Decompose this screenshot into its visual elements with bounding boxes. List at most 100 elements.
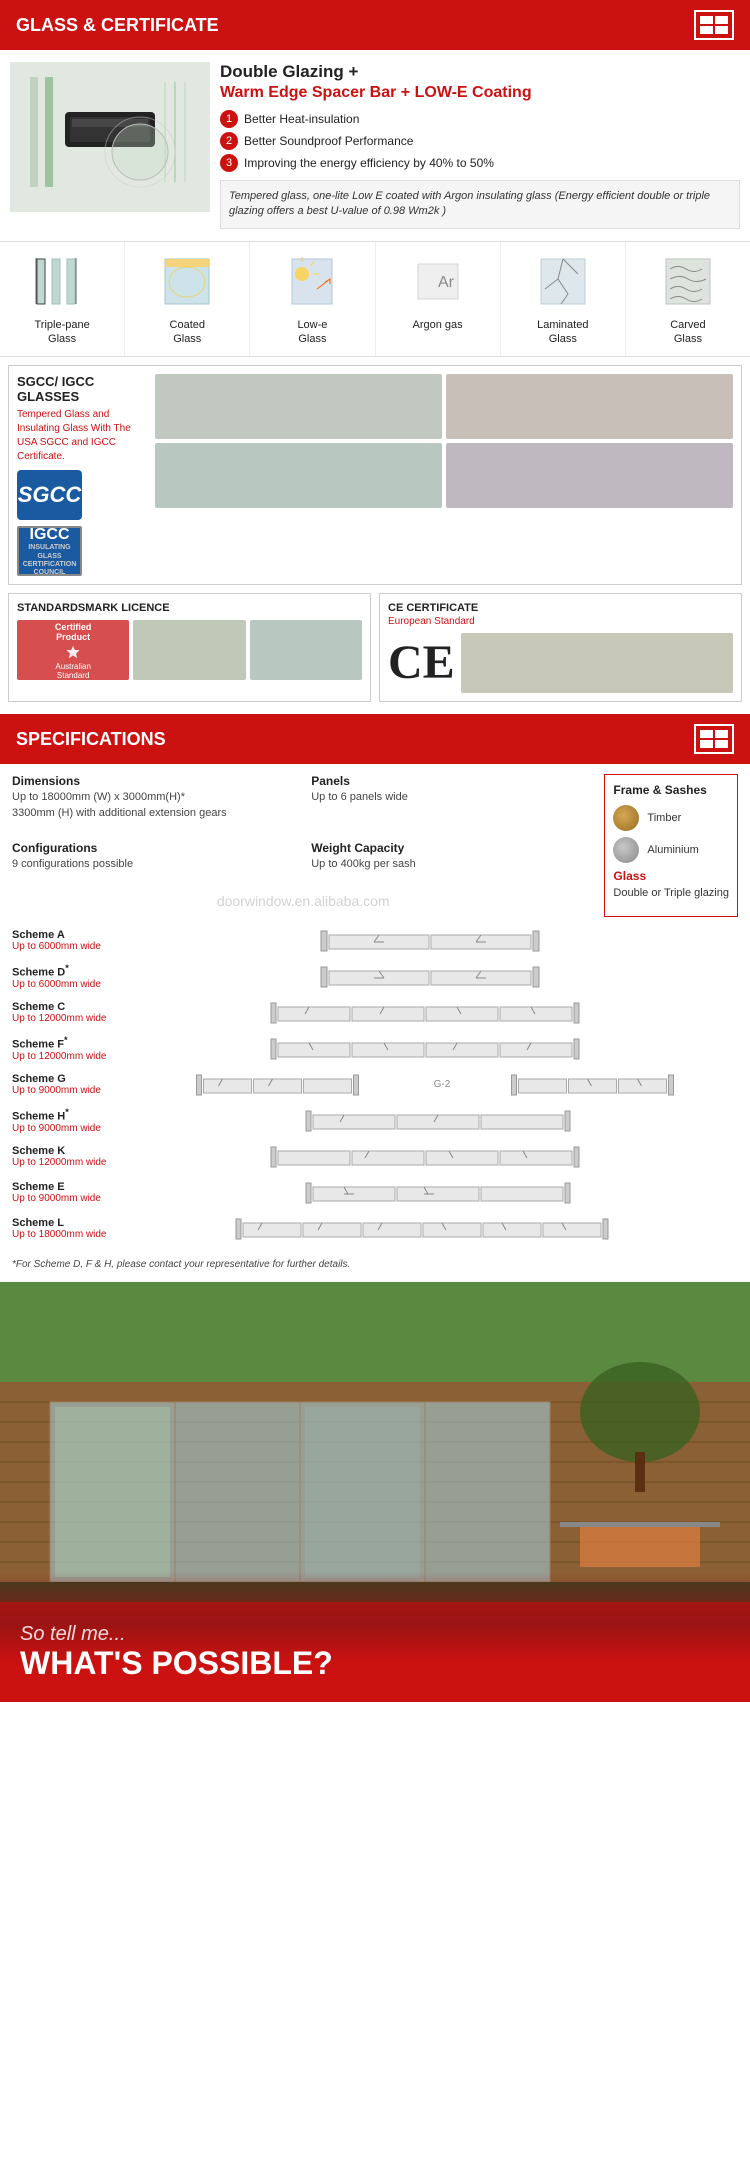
glass-type-carved: CarvedGlass	[626, 242, 750, 357]
ce-images: CE	[388, 633, 733, 693]
cert-img-4	[446, 443, 733, 508]
scheme-label-e: Scheme E Up to 9000mm wide	[12, 1181, 142, 1204]
spec-weight: Weight Capacity Up to 400kg per sash	[311, 841, 594, 872]
scheme-row-l: Scheme L Up to 18000mm wide	[12, 1215, 738, 1243]
frame-sashes-box: Frame & Sashes Timber Aluminium Glass Do…	[604, 774, 738, 916]
igcc-logo: IGCC INSULATING GLASS CERTIFICATION COUN…	[17, 526, 82, 576]
cert-img-3	[155, 443, 442, 508]
scheme-diagram-c	[150, 999, 738, 1027]
spec-dimensions-value: Up to 18000mm (W) x 3000mm(H)*3300mm (H)…	[12, 790, 295, 821]
scheme-diagram-g2	[461, 1071, 738, 1099]
std-img-1: CertifiedProduct AustralianStandard	[17, 620, 129, 680]
specs-header: SPECIFICATIONS	[0, 714, 750, 764]
scheme-label-g: Scheme G Up to 9000mm wide	[12, 1073, 142, 1096]
spec-dimensions: Dimensions Up to 18000mm (W) x 3000mm(H)…	[12, 774, 295, 821]
ce-logo: CE	[388, 639, 455, 687]
glass-type-triple-pane: Triple-paneGlass	[0, 242, 125, 357]
g2-label: G-2	[427, 1079, 457, 1090]
watermark: doorwindow.en.alibaba.com	[12, 889, 594, 917]
cert-left: SGCC/ IGCCGLASSES Tempered Glass and Ins…	[17, 374, 147, 576]
spec-panels: Panels Up to 6 panels wide	[311, 774, 594, 821]
feat-num-1: 1	[220, 110, 238, 128]
glass-type-text: Double or Triple glazing	[613, 887, 729, 899]
scheme-label-f: Scheme F* Up to 12000mm wide	[12, 1035, 142, 1062]
glazing-info: Double Glazing + Warm Edge Spacer Bar + …	[220, 62, 740, 229]
glass-type-label-lowe: Low-eGlass	[297, 318, 327, 347]
spec-configs-label: Configurations	[12, 841, 295, 855]
standards-block: STANDARDSMARK LICENCE CertifiedProduct A…	[8, 593, 371, 702]
glass-cert-header: GLASS & CERTIFICATE	[0, 0, 750, 50]
frame-sashes-title: Frame & Sashes	[613, 783, 729, 797]
feat-num-3: 3	[220, 154, 238, 172]
glass-type-coated: CoatedGlass	[125, 242, 250, 357]
glass-type-label-triple: Triple-paneGlass	[34, 318, 89, 347]
spec-panels-label: Panels	[311, 774, 594, 788]
schemes-section: Scheme A Up to 6000mm wide Scheme	[0, 927, 750, 1243]
glazing-image	[10, 62, 210, 212]
scheme-row-c: Scheme C Up to 12000mm wide	[12, 999, 738, 1027]
feat-text-1: Better Heat-insulation	[244, 112, 359, 126]
standards-row: STANDARDSMARK LICENCE CertifiedProduct A…	[8, 593, 742, 702]
cert-img-2	[446, 374, 733, 439]
aluminium-label: Aluminium	[647, 844, 698, 856]
specs-header-icon	[694, 724, 734, 754]
scheme-row-a: Scheme A Up to 6000mm wide	[12, 927, 738, 955]
scheme-row-g: Scheme G Up to 9000mm wide G-2	[12, 1071, 738, 1099]
glazing-note: Tempered glass, one-lite Low E coated wi…	[220, 180, 740, 229]
cert-row-top: SGCC/ IGCCGLASSES Tempered Glass and Ins…	[17, 374, 733, 576]
glass-type-lowe: Low-eGlass	[250, 242, 375, 357]
specs-footnote: *For Scheme D, F & H, please contact you…	[0, 1251, 750, 1282]
scheme-row-d: Scheme D* Up to 6000mm wide	[12, 963, 738, 991]
feat-text-3: Improving the energy efficiency by 40% t…	[244, 156, 494, 170]
cert-logos: SGCC IGCC INSULATING GLASS CERTIFICATION…	[17, 470, 147, 576]
whats-possible-text: WHAT'S POSSIBLE?	[20, 1646, 730, 1681]
cert-img-1	[155, 374, 442, 439]
laminated-icon	[528, 252, 598, 312]
scheme-label-k: Scheme K Up to 12000mm wide	[12, 1145, 142, 1168]
scheme-diagram-d	[150, 963, 738, 991]
specs-title: SPECIFICATIONS	[16, 729, 166, 750]
scheme-row-h: Scheme H* Up to 9000mm wide	[12, 1107, 738, 1135]
std-img-2	[133, 620, 245, 680]
scheme-label-a: Scheme A Up to 6000mm wide	[12, 929, 142, 952]
scheme-row-e: Scheme E Up to 9000mm wide	[12, 1179, 738, 1207]
cert-block: SGCC/ IGCCGLASSES Tempered Glass and Ins…	[8, 365, 742, 585]
glass-type-laminated: LaminatedGlass	[501, 242, 626, 357]
ce-img-1	[461, 633, 733, 693]
timber-item: Timber	[613, 805, 729, 831]
std-images: CertifiedProduct AustralianStandard	[17, 620, 362, 680]
aluminium-circle	[613, 837, 639, 863]
specs-top-row: Dimensions Up to 18000mm (W) x 3000mm(H)…	[12, 774, 594, 831]
scheme-label-h: Scheme H* Up to 9000mm wide	[12, 1107, 142, 1134]
lowe-icon	[277, 252, 347, 312]
scheme-diagram-g1	[146, 1071, 423, 1099]
scheme-diagram-k	[150, 1143, 738, 1171]
feature-1: 1 Better Heat-insulation	[220, 110, 740, 128]
glass-type-argon: Ar Argon gas	[376, 242, 501, 357]
spec-dimensions-label: Dimensions	[12, 774, 295, 788]
scheme-diagram-l	[150, 1215, 738, 1243]
glazing-features: 1 Better Heat-insulation 2 Better Soundp…	[220, 110, 740, 172]
sgcc-title: SGCC/ IGCCGLASSES	[17, 374, 147, 404]
specs-bottom-row: Configurations 9 configurations possible…	[12, 841, 594, 882]
svg-text:Ar: Ar	[438, 274, 455, 291]
std-img-3	[250, 620, 362, 680]
cert-images-right	[155, 374, 733, 508]
glass-type-label-laminated: LaminatedGlass	[537, 318, 588, 347]
standards-title: STANDARDSMARK LICENCE	[17, 602, 362, 614]
scheme-row-k: Scheme K Up to 12000mm wide	[12, 1143, 738, 1171]
glass-type-label-carved: CarvedGlass	[670, 318, 705, 347]
feature-3: 3 Improving the energy efficiency by 40%…	[220, 154, 740, 172]
feat-text-2: Better Soundproof Performance	[244, 134, 413, 148]
spec-weight-label: Weight Capacity	[311, 841, 594, 855]
carved-icon	[653, 252, 723, 312]
ce-subtitle: European Standard	[388, 616, 733, 627]
scheme-label-c: Scheme C Up to 12000mm wide	[12, 1001, 142, 1024]
aluminium-item: Aluminium	[613, 837, 729, 863]
scheme-diagram-e	[150, 1179, 738, 1207]
ce-block: CE CERTIFICATE European Standard CE	[379, 593, 742, 702]
glass-cert-section: GLASS & CERTIFICATE	[0, 0, 750, 702]
spec-panels-value: Up to 6 panels wide	[311, 790, 594, 805]
bottom-photo: So tell me... WHAT'S POSSIBLE?	[0, 1282, 750, 1702]
scheme-label-l: Scheme L Up to 18000mm wide	[12, 1217, 142, 1240]
